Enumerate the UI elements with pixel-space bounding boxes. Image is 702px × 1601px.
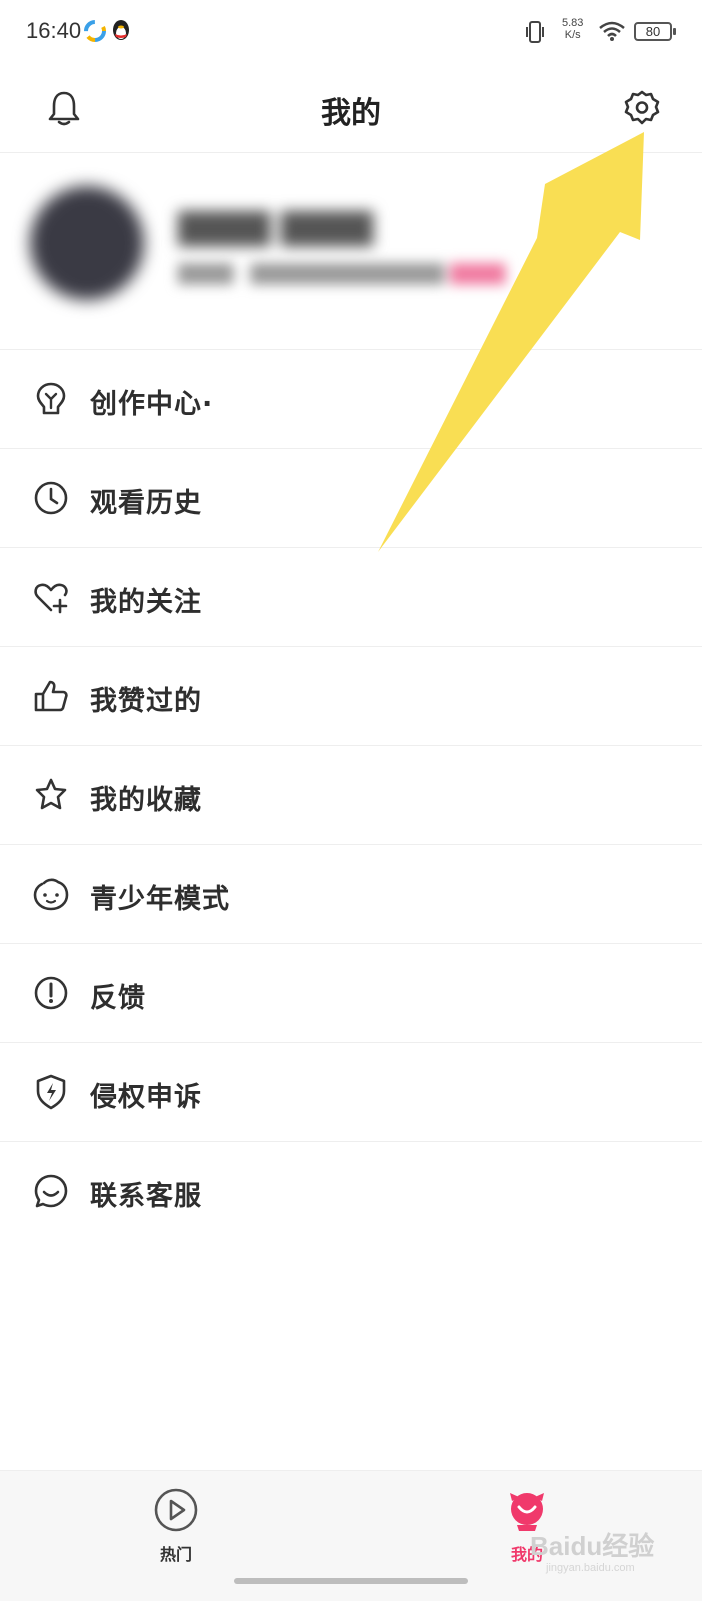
page-title: 我的: [321, 96, 381, 131]
menu-item-creator-center[interactable]: 创作中心·: [0, 350, 702, 449]
exclamation-circle-icon: [34, 976, 68, 1010]
menu-item-label: 青少年模式: [90, 884, 230, 915]
tab-hot[interactable]: 热门: [96, 1471, 256, 1581]
user-name: ████ ████: [178, 212, 374, 247]
menu-list: 创作中心· 观看历史 我的关注 我赞过的 我的收藏 青少年模式 反馈 侵权申诉 …: [0, 350, 702, 1240]
lightbulb-icon: [36, 382, 66, 415]
status-time: 16:40: [26, 18, 82, 43]
watermark: Baidu经验: [530, 1531, 655, 1561]
page-header: 我的: [0, 64, 702, 153]
network-speed: 5.83 K/s: [562, 17, 583, 41]
menu-item-customer-service[interactable]: 联系客服: [0, 1142, 702, 1240]
menu-item-label: 联系客服: [90, 1181, 202, 1212]
menu-item-my-follows[interactable]: 我的关注: [0, 548, 702, 647]
chat-smile-icon: [34, 1174, 68, 1208]
settings-button[interactable]: [618, 84, 666, 132]
thumbs-up-icon: [34, 680, 68, 712]
user-subtitle-text: ████ · ██████████████: [178, 264, 445, 285]
shield-bolt-icon: [36, 1074, 66, 1110]
profile-card[interactable]: ████ ████ ████ · ██████████████ ████: [0, 152, 702, 350]
menu-item-label: 观看历史: [90, 488, 202, 519]
menu-item-label: 我赞过的: [90, 686, 202, 717]
clock-icon: [34, 481, 68, 515]
menu-item-label: 我的收藏: [90, 785, 202, 816]
watermark-sub: jingyan.baidu.com: [546, 1562, 635, 1574]
heart-plus-icon: [34, 583, 68, 614]
qq-penguin-icon: [113, 20, 129, 40]
star-icon: [35, 778, 67, 810]
network-speed-unit: K/s: [564, 29, 581, 41]
menu-item-liked[interactable]: 我赞过的: [0, 647, 702, 746]
menu-item-label: 侵权申诉: [90, 1082, 202, 1113]
menu-item-label: 反馈: [90, 983, 146, 1014]
user-subtitle: ████ · ██████████████ ████: [178, 264, 505, 285]
wifi-icon: [599, 21, 625, 41]
battery-indicator: 80: [634, 22, 676, 41]
menu-item-feedback[interactable]: 反馈: [0, 944, 702, 1043]
menu-item-infringement-appeal[interactable]: 侵权申诉: [0, 1043, 702, 1142]
gear-icon: [624, 90, 660, 125]
menu-item-label: 我的关注: [90, 587, 202, 618]
menu-item-teen-mode[interactable]: 青少年模式: [0, 845, 702, 944]
menu-item-label: 创作中心·: [90, 389, 214, 420]
avatar[interactable]: [30, 186, 144, 300]
play-circle-icon: [154, 1488, 198, 1532]
home-indicator[interactable]: [234, 1578, 468, 1584]
tab-label: 热门: [159, 1545, 192, 1564]
network-speed-value: 5.83: [562, 17, 584, 29]
status-bar: 16:40 5.83 K/s 80: [0, 0, 702, 64]
menu-item-favorites[interactable]: 我的收藏: [0, 746, 702, 845]
menu-item-watch-history[interactable]: 观看历史: [0, 449, 702, 548]
child-face-icon: [33, 878, 69, 911]
user-subtitle-highlight: ████: [450, 264, 506, 285]
vibrate-icon: [526, 21, 544, 43]
app-notification-icon: [84, 20, 106, 42]
